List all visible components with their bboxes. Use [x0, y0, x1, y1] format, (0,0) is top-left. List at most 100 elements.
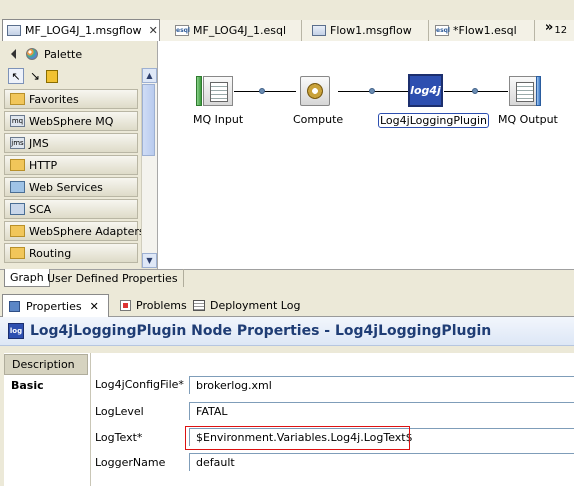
log4j-config-file-input[interactable]: brokerlog.xml — [189, 376, 574, 394]
tab-deployment-log[interactable]: Deployment Log — [187, 294, 306, 316]
palette-drawer-routing[interactable]: Routing — [4, 243, 138, 263]
close-icon[interactable]: ✕ — [149, 24, 158, 37]
properties-header: log Log4jLoggingPlugin Node Properties -… — [0, 317, 574, 346]
palette-drawer-favorites[interactable]: Favorites — [4, 89, 138, 109]
editor-tab-label: Flow1.msgflow — [330, 24, 412, 37]
drawer-label: HTTP — [29, 158, 58, 172]
editor-tab-flow1-msgflow[interactable]: Flow1.msgflow — [308, 20, 429, 41]
tab-label: Graph — [10, 271, 44, 284]
terminal-dot — [472, 88, 478, 94]
table-icon — [193, 299, 205, 311]
connection-tool-icon[interactable]: ↘ — [30, 69, 40, 83]
mq-input-node[interactable] — [203, 76, 233, 106]
label-logger-name: LoggerName — [95, 456, 166, 469]
palette-title: Palette — [44, 47, 83, 61]
node-label-log4j: Log4jLoggingPlugin — [378, 113, 490, 128]
palette-drawer-websphere-mq[interactable]: mq WebSphere MQ — [4, 111, 138, 131]
editor-tab-label: MF_LOG4J_1.esql — [193, 24, 287, 37]
tab-overflow-button[interactable]: » 12 — [538, 20, 574, 41]
editor-tab-flow1-esql[interactable]: esql *Flow1.esql — [431, 20, 535, 41]
drawer-label: WebSphere Adapters — [29, 224, 145, 238]
terminal-dot — [369, 88, 375, 94]
logger-name-input[interactable]: default — [189, 453, 574, 471]
palette-drawer-websphere-adapters[interactable]: WebSphere Adapters — [4, 221, 145, 241]
mq-output-icon — [516, 82, 534, 102]
tab-label: Properties — [26, 299, 82, 313]
section-description[interactable]: Description — [4, 354, 88, 375]
marquee-tool-icon[interactable] — [46, 69, 59, 83]
node-label-mq-input: MQ Input — [193, 113, 244, 126]
drawer-label: JMS — [29, 136, 49, 150]
palette-tools: ↖ ↘ — [0, 66, 140, 86]
terminal-dot — [259, 88, 265, 94]
palette-drawer-jms[interactable]: jms JMS — [4, 133, 138, 153]
log-icon: log — [8, 323, 24, 339]
folder-icon — [10, 93, 25, 105]
drawer-label: WebSphere MQ — [29, 114, 114, 128]
label-log-text: LogText* — [95, 431, 143, 444]
scroll-up-icon[interactable]: ▲ — [142, 68, 157, 83]
selection-tool-icon[interactable]: ↖ — [8, 68, 24, 84]
properties-icon — [9, 300, 20, 312]
editor-tab-label: *Flow1.esql — [453, 24, 517, 37]
node-label-mq-output: MQ Output — [498, 113, 558, 126]
editor-tab-msgflow[interactable]: MF_LOG4J_1.msgflow ✕ — [2, 19, 160, 41]
tab-overflow-count: 12 — [554, 25, 568, 36]
output-terminal-bar — [536, 76, 541, 106]
label-log4j-config-file: Log4jConfigFile* — [95, 378, 184, 391]
scroll-down-icon[interactable]: ▼ — [142, 253, 157, 268]
log-level-input[interactable]: FATAL — [189, 402, 574, 420]
esql-file-icon: esql — [175, 25, 190, 36]
msgflow-file-icon — [7, 25, 21, 36]
section-label: Basic — [11, 379, 44, 392]
compute-icon — [307, 83, 323, 99]
drawer-label: Web Services — [29, 180, 103, 194]
editor-tab-esql[interactable]: esql MF_LOG4J_1.esql — [171, 20, 302, 41]
http-icon — [10, 159, 25, 171]
flow-connection[interactable] — [234, 91, 296, 92]
label-log-level: LogLevel — [95, 405, 144, 418]
tab-label: Deployment Log — [210, 298, 301, 312]
sca-icon — [10, 203, 25, 215]
palette-drawer-sca[interactable]: SCA — [4, 199, 138, 219]
drawer-label: Favorites — [29, 92, 79, 106]
scrollbar-thumb[interactable] — [142, 84, 155, 156]
properties-title: Log4jLoggingPlugin Node Properties - Log… — [30, 323, 492, 339]
web-services-icon — [10, 181, 25, 193]
palette-drawer-web-services[interactable]: Web Services — [4, 177, 138, 197]
section-basic[interactable]: Basic — [4, 375, 90, 396]
drawer-label: Routing — [29, 246, 72, 260]
esql-file-icon: esql — [435, 25, 450, 36]
log4j-icon: log4j — [410, 84, 441, 97]
collapse-arrow-icon[interactable] — [11, 49, 16, 59]
input-value: brokerlog.xml — [196, 379, 272, 392]
compute-node[interactable] — [300, 76, 330, 106]
palette-icon — [26, 48, 38, 60]
node-label-compute: Compute — [293, 113, 344, 126]
chevron-right-double-icon: » — [544, 20, 554, 35]
tab-user-defined-properties[interactable]: User Defined Properties — [42, 269, 184, 287]
highlight-box — [185, 426, 410, 450]
msgflow-file-icon — [312, 25, 326, 36]
close-icon[interactable]: ✕ — [90, 300, 99, 313]
tab-problems[interactable]: Problems — [114, 294, 193, 316]
mq-input-icon — [210, 82, 228, 102]
palette-header: Palette — [0, 44, 156, 64]
palette-drawer-http[interactable]: HTTP — [4, 155, 138, 175]
jms-icon: jms — [10, 137, 25, 149]
problems-icon — [120, 299, 131, 311]
tab-label: User Defined Properties — [47, 271, 178, 285]
mq-icon: mq — [10, 115, 25, 127]
section-label: Description — [12, 358, 75, 371]
input-value: FATAL — [196, 405, 228, 418]
tab-label: Problems — [136, 298, 187, 312]
tab-properties[interactable]: Properties ✕ — [2, 294, 109, 317]
mq-output-node[interactable] — [509, 76, 539, 106]
input-value: default — [196, 456, 235, 469]
routing-icon — [10, 247, 25, 259]
adapters-icon — [10, 225, 25, 237]
input-terminal-bar — [196, 76, 202, 106]
editor-tab-label: MF_LOG4J_1.msgflow — [25, 24, 142, 37]
log4j-node[interactable]: log4j — [408, 74, 443, 107]
drawer-label: SCA — [29, 202, 52, 216]
